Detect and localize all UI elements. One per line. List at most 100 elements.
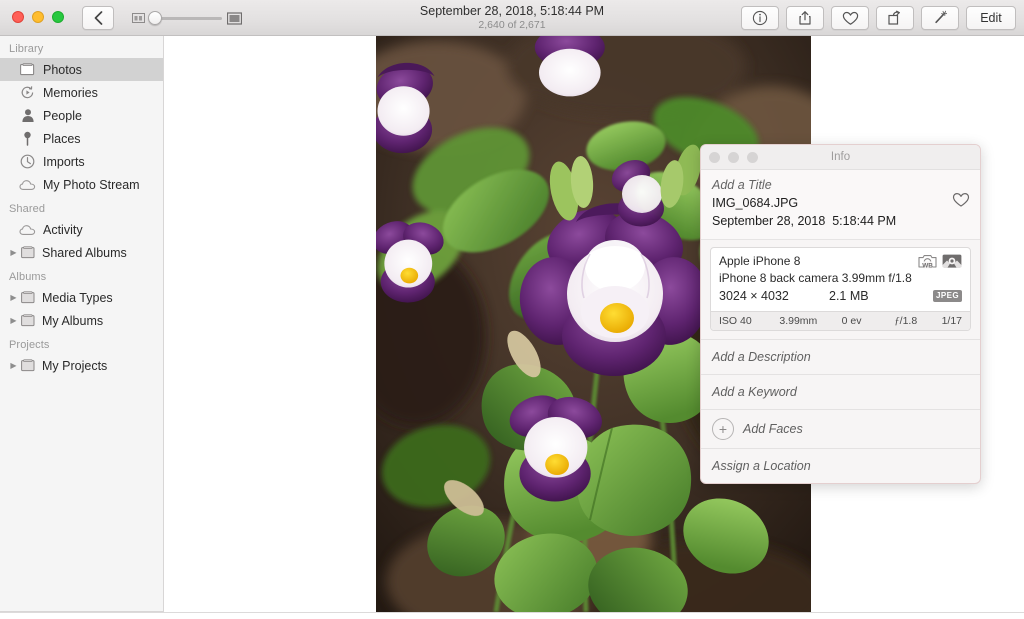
camera-lens-label: iPhone 8 back camera 3.99mm f/1.8 (719, 271, 912, 285)
chevron-left-icon (94, 11, 102, 25)
share-button[interactable] (786, 6, 824, 30)
sidebar-item-label: People (43, 108, 82, 123)
rotate-button[interactable] (876, 6, 914, 30)
sidebar-item-memories[interactable]: Memories (0, 81, 163, 104)
image-dimensions-label: 3024 × 4032 (719, 289, 789, 303)
sidebar-item-label: Shared Albums (42, 245, 127, 260)
info-panel-traffic-lights (709, 152, 758, 163)
sidebar-item-media-types[interactable]: ▶ Media Types (0, 286, 163, 309)
chevron-right-icon[interactable]: ▶ (9, 316, 18, 325)
camera-info-top: WB Apple iPhone 8 iPhone 8 back camera 3… (711, 248, 970, 311)
traffic-lights (12, 11, 64, 23)
sidebar: Library Photos Memories People Places Im… (0, 36, 164, 612)
exif-iso: ISO 40 (719, 315, 752, 327)
sidebar-item-label: Media Types (42, 290, 113, 305)
sidebar-section-shared: Shared (9, 203, 46, 215)
photos-app-window: September 28, 2018, 5:18:44 PM 2,640 of … (0, 0, 1024, 619)
info-zoom-button[interactable] (747, 152, 758, 163)
edit-button[interactable]: Edit (966, 6, 1016, 30)
back-button[interactable] (82, 6, 114, 30)
camera-badge-icons: WB (918, 253, 962, 269)
add-faces-label: Add Faces (743, 422, 803, 436)
file-size-label: 2.1 MB (829, 289, 869, 303)
heart-icon (842, 11, 858, 25)
file-format-badge: JPEG (933, 290, 962, 302)
photo-viewer-area: Info Add a Title IMG_0684.JPG September … (165, 36, 1024, 612)
add-faces-row[interactable]: + Add Faces (701, 409, 980, 448)
sidebar-item-photos[interactable]: Photos (0, 58, 163, 81)
exif-row: ISO 40 3.99mm 0 ev ƒ/1.8 1/17 (711, 311, 970, 330)
share-icon (799, 11, 811, 25)
sidebar-item-shared-albums[interactable]: ▶ Shared Albums (0, 241, 163, 264)
sidebar-item-label: Memories (43, 85, 98, 100)
sidebar-item-label: My Photo Stream (43, 177, 140, 192)
sidebar-item-label: Imports (43, 154, 85, 169)
places-pin-icon (19, 131, 36, 147)
zoom-slider-group[interactable] (132, 11, 242, 25)
info-button[interactable] (741, 6, 779, 30)
info-header-block: Add a Title IMG_0684.JPG September 28, 2… (701, 170, 980, 240)
minimize-window-button[interactable] (32, 11, 44, 23)
sidebar-item-places[interactable]: Places (0, 127, 163, 150)
sidebar-item-label: Photos (43, 62, 82, 77)
window-bottom-edge (0, 612, 1024, 619)
sidebar-section-projects: Projects (9, 339, 50, 351)
white-balance-camera-icon[interactable]: WB (918, 253, 937, 269)
aperture-value: /1.8 (899, 315, 918, 327)
enhance-button[interactable] (921, 6, 959, 30)
chevron-right-icon[interactable]: ▶ (9, 293, 18, 302)
magic-wand-icon (934, 10, 947, 24)
chevron-right-icon[interactable]: ▶ (9, 361, 18, 370)
chevron-right-icon[interactable]: ▶ (9, 248, 18, 257)
camera-info-card: WB Apple iPhone 8 iPhone 8 back camera 3… (710, 247, 971, 331)
filename-label: IMG_0684.JPG (712, 196, 799, 210)
datetime-label: September 28, 2018 5:18:44 PM (712, 212, 970, 230)
camera-dimensions-row: 3024 × 4032 2.1 MB JPEG (719, 287, 962, 305)
sidebar-item-imports[interactable]: Imports (0, 150, 163, 173)
cloud-icon (19, 177, 36, 193)
svg-text:WB: WB (922, 263, 933, 269)
cloud-icon (19, 222, 36, 238)
sidebar-section-library: Library (9, 43, 44, 55)
exif-shutter-speed: 1/17 (941, 315, 962, 327)
sidebar-item-my-projects[interactable]: ▶ My Projects (0, 354, 163, 377)
exif-aperture: ƒ/1.8 (894, 315, 941, 327)
sidebar-item-people[interactable]: People (0, 104, 163, 127)
sidebar-item-my-photo-stream[interactable]: My Photo Stream (0, 173, 163, 196)
album-icon (19, 245, 36, 261)
exif-focal-length: 3.99mm (779, 315, 818, 327)
zoom-window-button[interactable] (52, 11, 64, 23)
plus-circle-icon[interactable]: + (712, 418, 734, 440)
imports-clock-icon (19, 154, 36, 170)
zoom-slider-track[interactable] (148, 11, 222, 25)
window-titlebar: September 28, 2018, 5:18:44 PM 2,640 of … (0, 0, 1024, 36)
info-close-button[interactable] (709, 152, 720, 163)
album-icon (19, 290, 36, 306)
people-icon (19, 108, 36, 124)
keyword-input[interactable]: Add a Keyword (701, 374, 980, 409)
memories-icon (19, 85, 36, 101)
description-input[interactable]: Add a Description (701, 339, 980, 374)
location-input[interactable]: Assign a Location (701, 448, 980, 483)
album-icon (19, 358, 36, 374)
close-window-button[interactable] (12, 11, 24, 23)
favorite-button[interactable] (831, 6, 869, 30)
time-label: 5:18:44 PM (832, 214, 897, 228)
small-thumbnail-icon (132, 13, 145, 23)
info-minimize-button[interactable] (728, 152, 739, 163)
toolbar-right-buttons: Edit (741, 6, 1016, 30)
title-input[interactable]: Add a Title (712, 176, 970, 194)
info-panel: Info Add a Title IMG_0684.JPG September … (700, 144, 981, 484)
sidebar-item-label: My Projects (42, 358, 108, 373)
info-circle-icon (752, 10, 768, 26)
hdr-photo-icon[interactable] (942, 253, 962, 269)
sidebar-item-label: Places (43, 131, 81, 146)
sidebar-item-label: My Albums (42, 313, 104, 328)
sidebar-item-my-albums[interactable]: ▶ My Albums (0, 309, 163, 332)
large-thumbnail-icon (227, 11, 242, 25)
sidebar-item-activity[interactable]: Activity (0, 218, 163, 241)
zoom-slider-knob[interactable] (148, 11, 162, 25)
album-icon (19, 313, 36, 329)
rotate-icon (887, 10, 900, 25)
info-favorite-button[interactable] (952, 192, 970, 211)
